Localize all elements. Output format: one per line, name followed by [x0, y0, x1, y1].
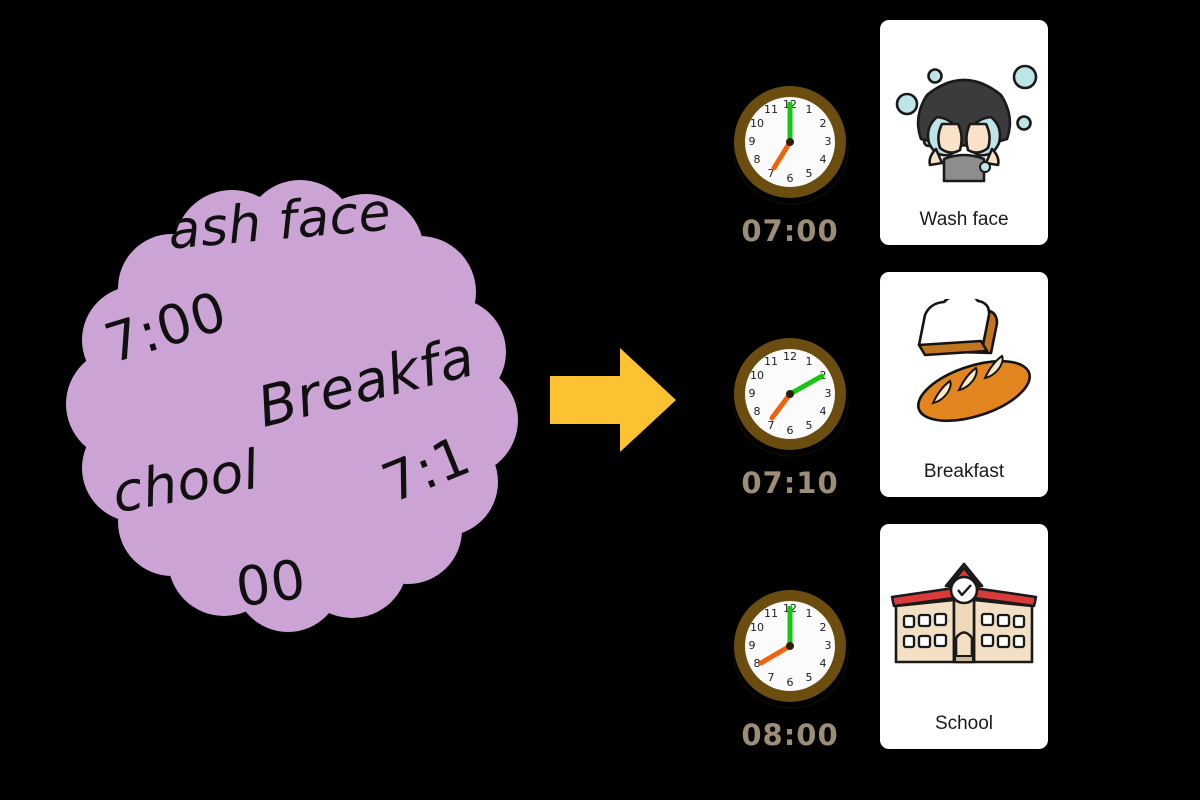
svg-text:10: 10	[750, 369, 764, 382]
svg-text:4: 4	[820, 657, 827, 670]
clock-time-label: 08:00	[741, 718, 839, 752]
svg-text:3: 3	[825, 639, 832, 652]
svg-text:2: 2	[820, 621, 827, 634]
school-building-icon	[880, 528, 1048, 713]
svg-text:8: 8	[754, 153, 761, 166]
svg-text:9: 9	[749, 135, 756, 148]
svg-text:1: 1	[806, 103, 813, 116]
svg-text:4: 4	[820, 153, 827, 166]
schedule-row: 1212 345 678 91011 07:10	[700, 272, 1080, 522]
schedule-list: 1212 345 678 91011 07:00	[700, 0, 1200, 800]
blob-shape	[66, 180, 518, 632]
svg-text:6: 6	[787, 172, 794, 185]
clock-cell: 1212 345 678 91011 07:00	[700, 20, 880, 248]
svg-text:12: 12	[783, 350, 797, 363]
activity-card-label: Wash face	[919, 209, 1009, 230]
svg-text:11: 11	[764, 607, 778, 620]
activity-card-school[interactable]: School	[880, 524, 1048, 749]
svg-text:2: 2	[820, 117, 827, 130]
svg-text:7: 7	[768, 419, 775, 432]
svg-text:11: 11	[764, 355, 778, 368]
svg-text:10: 10	[750, 117, 764, 130]
svg-text:5: 5	[806, 671, 813, 684]
svg-text:6: 6	[787, 676, 794, 689]
analog-clock-0800: 1212 345 678 91011	[727, 584, 853, 710]
wash-face-icon	[880, 24, 1048, 209]
bread-icon	[880, 276, 1048, 461]
activity-card-label: School	[934, 713, 994, 734]
svg-text:9: 9	[749, 639, 756, 652]
svg-text:4: 4	[820, 405, 827, 418]
activity-card-breakfast[interactable]: Breakfast	[880, 272, 1048, 497]
svg-text:5: 5	[806, 419, 813, 432]
blob-panel: ash face 7:00 Breakfa chool 7:1 00	[0, 0, 520, 800]
svg-text:7: 7	[768, 671, 775, 684]
clock-cell: 1212 345 678 91011 07:10	[700, 272, 880, 500]
svg-text:6: 6	[787, 424, 794, 437]
svg-text:1: 1	[806, 355, 813, 368]
clock-time-label: 07:00	[741, 214, 839, 248]
schedule-row: 1212 345 678 91011 08:00	[700, 524, 1080, 774]
svg-text:11: 11	[764, 103, 778, 116]
analog-clock-0710: 1212 345 678 91011	[727, 332, 853, 458]
clock-cell: 1212 345 678 91011 08:00	[700, 524, 880, 752]
svg-text:1: 1	[806, 607, 813, 620]
right-arrow-icon	[550, 348, 676, 452]
activity-card-label: Breakfast	[923, 461, 1005, 482]
schedule-row: 1212 345 678 91011 07:00	[700, 20, 1080, 270]
svg-text:3: 3	[825, 387, 832, 400]
svg-text:5: 5	[806, 167, 813, 180]
analog-clock-0700: 1212 345 678 91011	[727, 80, 853, 206]
activity-card-wash-face[interactable]: Wash face	[880, 20, 1048, 245]
svg-text:3: 3	[825, 135, 832, 148]
svg-text:10: 10	[750, 621, 764, 634]
clock-time-label: 07:10	[741, 466, 839, 500]
svg-text:8: 8	[754, 405, 761, 418]
svg-text:9: 9	[749, 387, 756, 400]
